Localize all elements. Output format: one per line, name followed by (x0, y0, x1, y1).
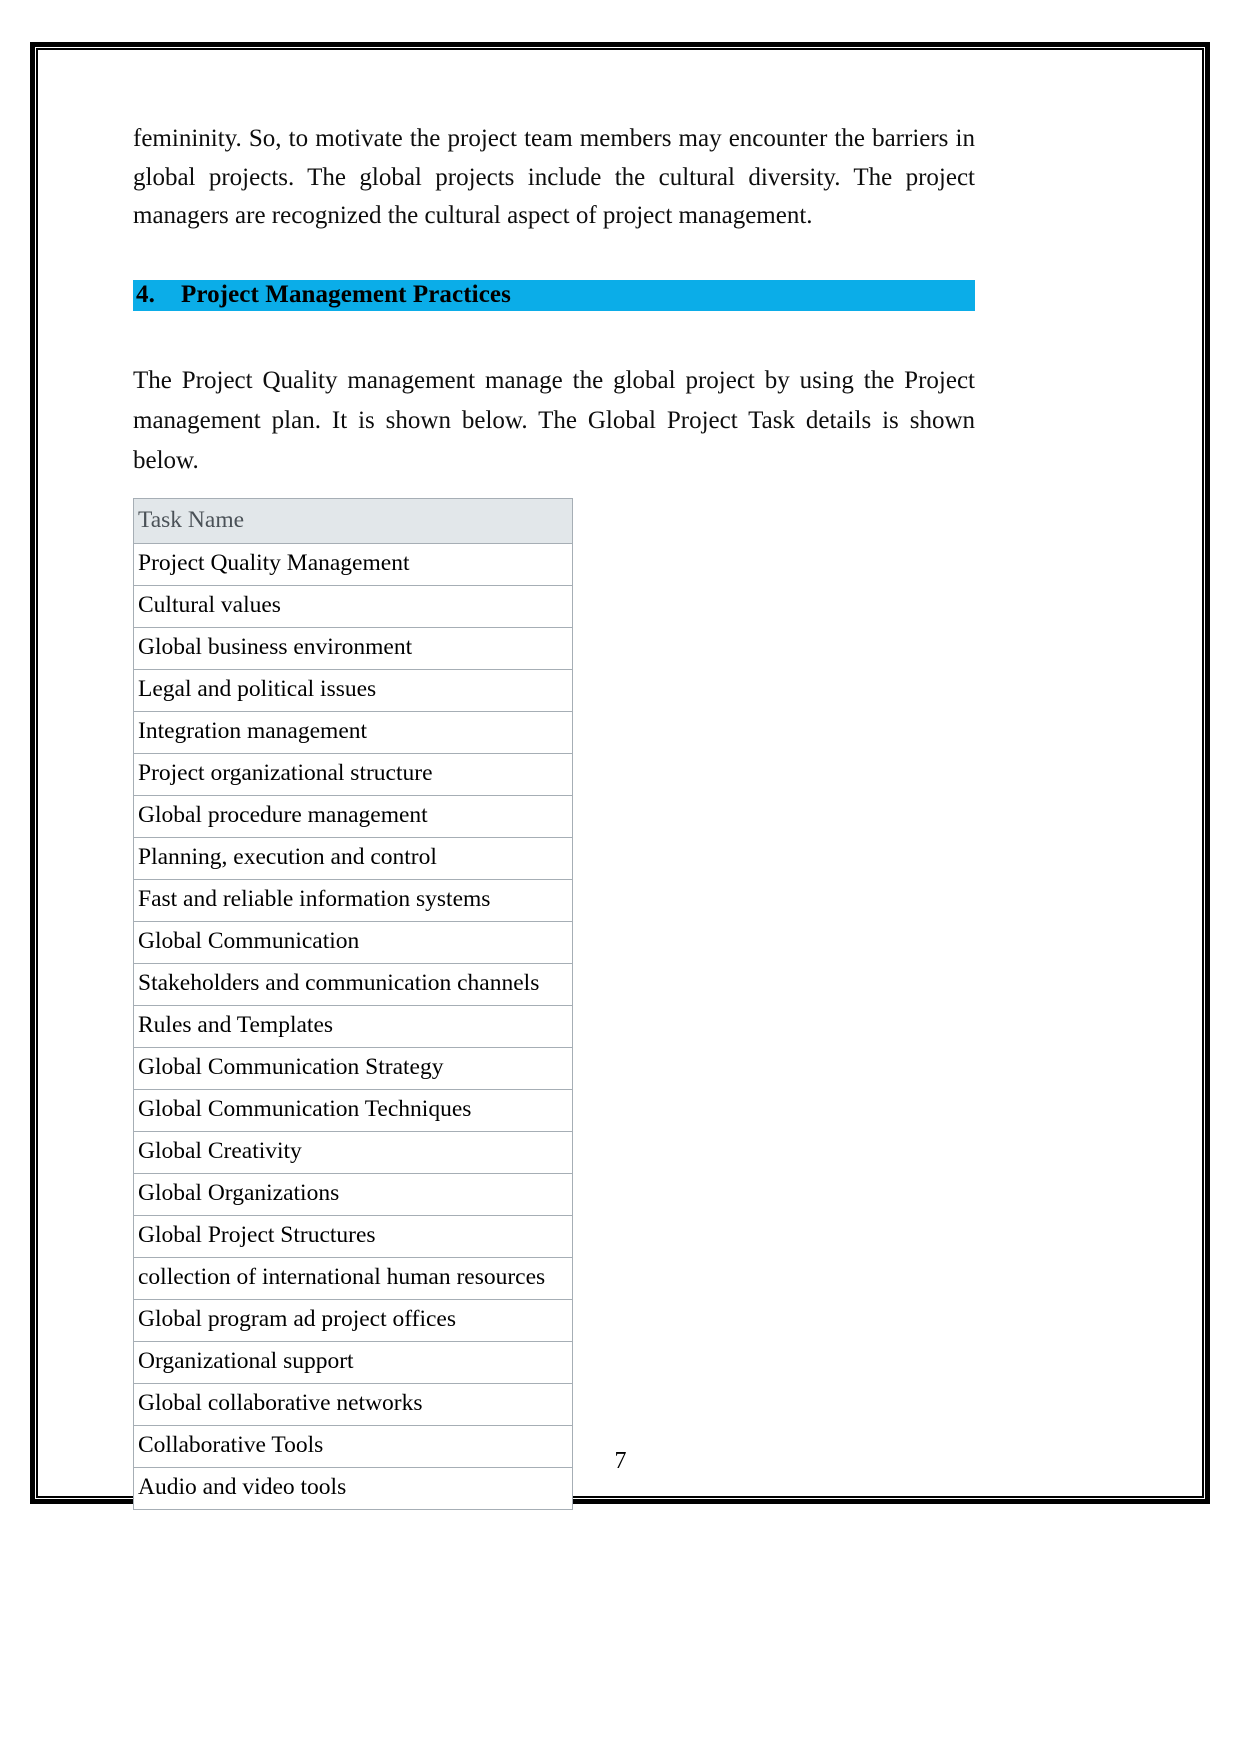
task-name-cell: Cultural values (133, 584, 573, 628)
table-row: Legal and political issues (133, 668, 573, 712)
task-name-cell: Global Communication Techniques (133, 1088, 573, 1132)
task-name-cell: Project Quality Management (133, 542, 573, 586)
task-name-cell: Global Project Structures (133, 1214, 573, 1258)
table-row: Planning, execution and control (133, 836, 573, 880)
table-row: Fast and reliable information systems (133, 878, 573, 922)
task-table-header-row: Task Name (133, 497, 573, 544)
column-header-task-name: Task Name (133, 497, 573, 544)
task-name-cell: Global Organizations (133, 1172, 573, 1216)
task-table-body: Project Quality Management Cultural value… (133, 542, 573, 1510)
table-row: Global program ad project offices (133, 1298, 573, 1342)
task-name-cell: Integration management (133, 710, 573, 754)
section-heading: 4. Project Management Practices (133, 279, 975, 311)
task-name-cell: Global business environment (133, 626, 573, 670)
task-name-cell: Global Creativity (133, 1130, 573, 1174)
task-name-cell: Stakeholders and communication channels (133, 962, 573, 1006)
table-row: Global collaborative networks (133, 1382, 573, 1426)
task-name-cell: collection of international human resour… (133, 1256, 573, 1300)
table-row: Global Communication Techniques (133, 1088, 573, 1132)
task-name-cell: Legal and political issues (133, 668, 573, 712)
task-name-cell: Global procedure management (133, 794, 573, 838)
task-name-cell: Fast and reliable information systems (133, 878, 573, 922)
table-row: Global Communication (133, 920, 573, 964)
table-row: Project Quality Management (133, 542, 573, 586)
table-row: Organizational support (133, 1340, 573, 1384)
section-heading-number: 4. (136, 281, 155, 308)
table-row: Global Organizations (133, 1172, 573, 1216)
task-name-cell: Global Communication (133, 920, 573, 964)
task-name-cell: Global program ad project offices (133, 1298, 573, 1342)
table-row: Global business environment (133, 626, 573, 670)
table-row: Project organizational structure (133, 752, 573, 796)
page-content: femininity. So, to motivate the project … (133, 120, 975, 1510)
table-row: Global Project Structures (133, 1214, 573, 1258)
table-row: collection of international human resour… (133, 1256, 573, 1300)
paragraph-top: femininity. So, to motivate the project … (133, 125, 975, 229)
paragraph-intro: The Project Quality management manage th… (133, 366, 975, 474)
table-row: Rules and Templates (133, 1004, 573, 1048)
task-name-cell: Global Communication Strategy (133, 1046, 573, 1090)
table-row: Global procedure management (133, 794, 573, 838)
task-name-cell: Organizational support (133, 1340, 573, 1384)
task-name-cell: Rules and Templates (133, 1004, 573, 1048)
task-table-head: Task Name (133, 497, 573, 544)
task-name-cell: Global collaborative networks (133, 1382, 573, 1426)
task-name-cell: Project organizational structure (133, 752, 573, 796)
table-row: Global Creativity (133, 1130, 573, 1174)
table-row: Integration management (133, 710, 573, 754)
page-number: 7 (614, 1448, 627, 1474)
table-row: Stakeholders and communication channels (133, 962, 573, 1006)
table-row: Cultural values (133, 584, 573, 628)
section-heading-text: Project Management Practices (180, 281, 511, 308)
task-table: Task Name Project Quality Management Cult… (133, 497, 573, 1510)
table-row: Global Communication Strategy (133, 1046, 573, 1090)
task-name-cell: Planning, execution and control (133, 836, 573, 880)
